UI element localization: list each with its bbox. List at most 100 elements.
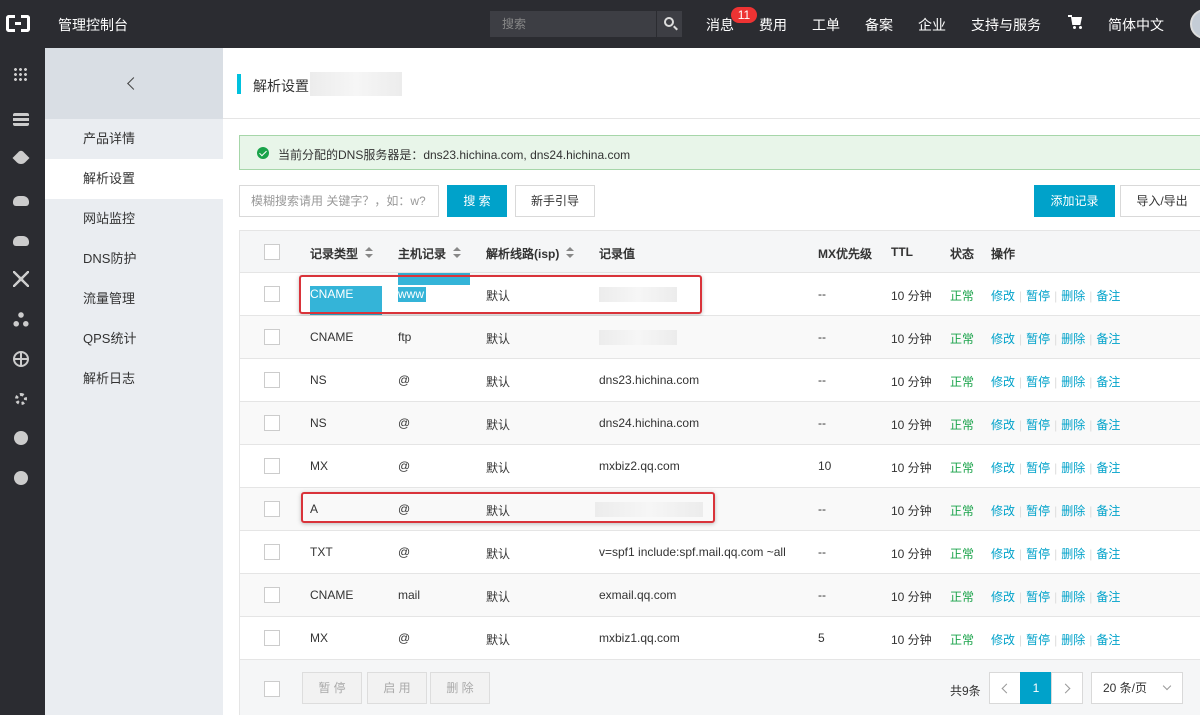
row-checkbox[interactable] — [264, 501, 280, 517]
pause-link[interactable]: 暂停 — [1026, 547, 1050, 561]
next-page-button[interactable] — [1051, 672, 1083, 704]
row-checkbox[interactable] — [264, 544, 280, 560]
page-size-select[interactable]: 20 条/页 — [1091, 672, 1183, 704]
remark-link[interactable]: 备注 — [1096, 461, 1120, 475]
subnav-item-qps[interactable]: QPS统计 — [45, 319, 223, 359]
search-icon[interactable] — [656, 11, 682, 37]
aliyun-logo-icon[interactable] — [6, 12, 32, 36]
pause-link[interactable]: 暂停 — [1026, 590, 1050, 604]
batch-pause-button[interactable]: 暂 停 — [302, 672, 362, 704]
pause-link[interactable]: 暂停 — [1026, 633, 1050, 647]
network-icon[interactable] — [13, 271, 29, 287]
remark-link[interactable]: 备注 — [1096, 332, 1120, 346]
batch-enable-button[interactable]: 启 用 — [367, 672, 427, 704]
remark-link[interactable]: 备注 — [1096, 633, 1120, 647]
guide-button[interactable]: 新手引导 — [515, 185, 595, 217]
row-checkbox[interactable] — [264, 286, 280, 302]
subnav-item-logs[interactable]: 解析日志 — [45, 359, 223, 399]
remark-link[interactable]: 备注 — [1096, 547, 1120, 561]
batch-delete-button[interactable]: 删 除 — [430, 672, 490, 704]
select-all-checkbox[interactable] — [264, 244, 280, 260]
import-export-button[interactable]: 导入/导出 — [1120, 185, 1200, 217]
circle-icon[interactable] — [14, 431, 28, 445]
avatar[interactable] — [1190, 9, 1200, 39]
global-search-input[interactable]: 搜索 — [490, 11, 656, 37]
subnav-item-product-detail[interactable]: 产品详情 — [45, 119, 223, 159]
cloud-icon[interactable] — [13, 196, 29, 206]
edit-link[interactable]: 修改 — [991, 375, 1015, 389]
header-line[interactable]: 解析线路(isp) — [486, 245, 575, 262]
add-record-button[interactable]: 添加记录 — [1034, 185, 1115, 217]
server-icon[interactable] — [13, 113, 29, 126]
cart-icon[interactable] — [1068, 14, 1084, 32]
select-all-checkbox-bottom[interactable] — [264, 681, 280, 697]
delete-link[interactable]: 删除 — [1061, 547, 1085, 561]
edit-link[interactable]: 修改 — [991, 418, 1015, 432]
globe-icon[interactable] — [13, 351, 29, 367]
pause-link[interactable]: 暂停 — [1026, 418, 1050, 432]
edit-link[interactable]: 修改 — [991, 504, 1015, 518]
sort-icon[interactable] — [365, 247, 374, 259]
row-checkbox[interactable] — [264, 372, 280, 388]
edit-link[interactable]: 修改 — [991, 332, 1015, 346]
sort-icon[interactable] — [453, 247, 462, 259]
nav-support[interactable]: 支持与服务 — [971, 15, 1041, 35]
nav-messages[interactable]: 消息 — [706, 15, 734, 35]
ttl: 10 分钟 — [891, 504, 932, 518]
nav-icp[interactable]: 备案 — [865, 15, 893, 35]
delete-link[interactable]: 删除 — [1061, 590, 1085, 604]
row-checkbox[interactable] — [264, 630, 280, 646]
console-title[interactable]: 管理控制台 — [58, 15, 128, 35]
header-type[interactable]: 记录类型 — [310, 245, 374, 262]
cloud-upload-icon[interactable] — [13, 236, 29, 246]
edit-link[interactable]: 修改 — [991, 633, 1015, 647]
row-actions: 修改 | 暂停 | 删除 | 备注 — [991, 330, 1120, 347]
tree-icon[interactable] — [13, 311, 29, 327]
pause-link[interactable]: 暂停 — [1026, 504, 1050, 518]
header-host[interactable]: 主机记录 — [398, 245, 462, 262]
pause-link[interactable]: 暂停 — [1026, 289, 1050, 303]
subnav-item-traffic[interactable]: 流量管理 — [45, 279, 223, 319]
subnav-item-site-monitor[interactable]: 网站监控 — [45, 199, 223, 239]
sort-icon[interactable] — [566, 247, 575, 259]
grid-icon[interactable] — [13, 67, 29, 83]
collapse-button[interactable] — [45, 48, 223, 119]
nav-billing[interactable]: 费用 — [759, 15, 787, 35]
delete-link[interactable]: 删除 — [1061, 633, 1085, 647]
search-button[interactable]: 搜 索 — [447, 185, 507, 217]
page-size-value: 20 条/页 — [1103, 681, 1148, 695]
heart-icon[interactable] — [12, 149, 30, 167]
edit-link[interactable]: 修改 — [991, 461, 1015, 475]
page-number[interactable]: 1 — [1020, 672, 1052, 704]
delete-link[interactable]: 删除 — [1061, 375, 1085, 389]
pause-link[interactable]: 暂停 — [1026, 332, 1050, 346]
nav-enterprise[interactable]: 企业 — [918, 15, 946, 35]
row-checkbox[interactable] — [264, 587, 280, 603]
delete-link[interactable]: 删除 — [1061, 418, 1085, 432]
remark-link[interactable]: 备注 — [1096, 418, 1120, 432]
subnav-item-dns-settings[interactable]: 解析设置 — [45, 159, 223, 199]
edit-link[interactable]: 修改 — [991, 547, 1015, 561]
prev-page-button[interactable] — [989, 672, 1021, 704]
subnav-item-dns-protection[interactable]: DNS防护 — [45, 239, 223, 279]
nav-tickets[interactable]: 工单 — [812, 15, 840, 35]
delete-link[interactable]: 删除 — [1061, 289, 1085, 303]
row-checkbox[interactable] — [264, 415, 280, 431]
remark-link[interactable]: 备注 — [1096, 590, 1120, 604]
remark-link[interactable]: 备注 — [1096, 289, 1120, 303]
delete-link[interactable]: 删除 — [1061, 461, 1085, 475]
gear-icon[interactable] — [15, 393, 27, 405]
circle-icon[interactable] — [14, 471, 28, 485]
row-checkbox[interactable] — [264, 329, 280, 345]
pause-link[interactable]: 暂停 — [1026, 375, 1050, 389]
delete-link[interactable]: 删除 — [1061, 504, 1085, 518]
remark-link[interactable]: 备注 — [1096, 504, 1120, 518]
pause-link[interactable]: 暂停 — [1026, 461, 1050, 475]
edit-link[interactable]: 修改 — [991, 289, 1015, 303]
edit-link[interactable]: 修改 — [991, 590, 1015, 604]
delete-link[interactable]: 删除 — [1061, 332, 1085, 346]
nav-language[interactable]: 简体中文 — [1108, 15, 1164, 35]
row-checkbox[interactable] — [264, 458, 280, 474]
keyword-search-input[interactable]: 模糊搜索请用 关键字？，如：w? — [239, 185, 439, 217]
remark-link[interactable]: 备注 — [1096, 375, 1120, 389]
